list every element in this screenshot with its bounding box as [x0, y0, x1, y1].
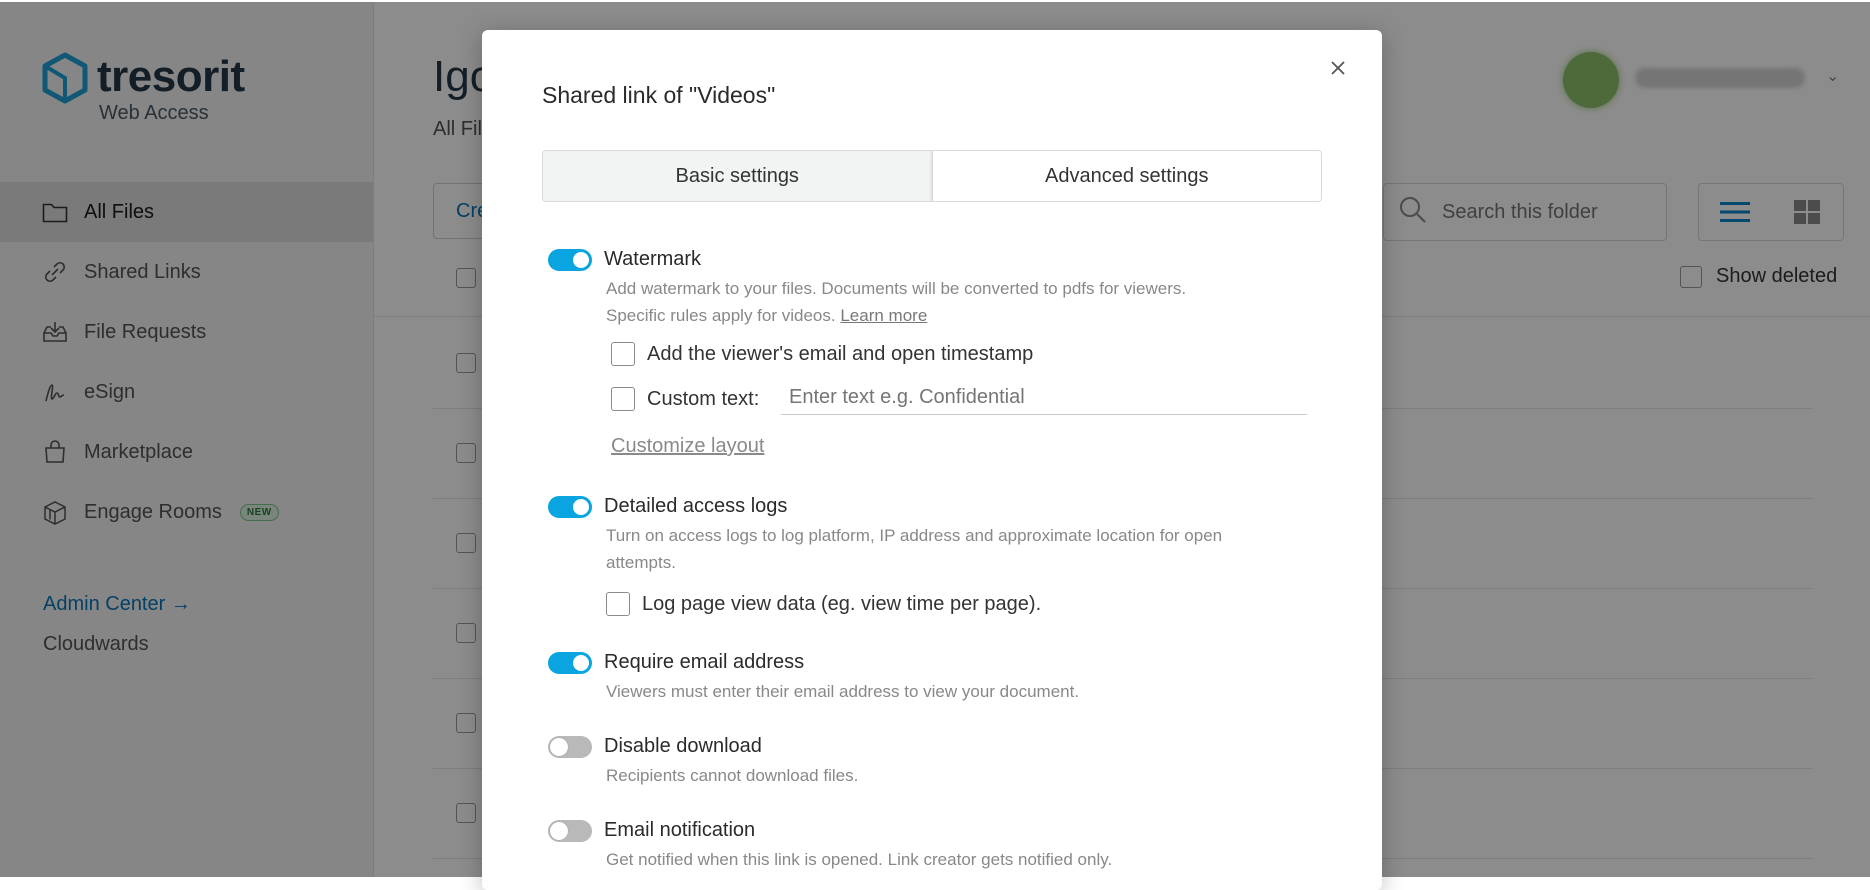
watermark-email-checkbox[interactable] — [611, 342, 635, 366]
setting-disable-download: Disable download Recipients cannot downl… — [548, 735, 1328, 789]
setting-email-notification: Email notification Get notified when thi… — [548, 819, 1328, 873]
setting-title: Detailed access logs — [604, 495, 788, 517]
setting-description: Recipients cannot download files. — [606, 766, 859, 785]
setting-description: Add watermark to your files. Documents w… — [606, 275, 1326, 329]
setting-require-email: Require email address Viewers must enter… — [548, 651, 1328, 705]
watermark-email-option[interactable]: Add the viewer's email and open timestam… — [611, 342, 1033, 366]
close-icon — [1331, 61, 1345, 75]
learn-more-link[interactable]: Learn more — [840, 306, 927, 325]
custom-text-input[interactable] — [781, 381, 1307, 415]
description-line: Add watermark to your files. Documents w… — [606, 279, 1187, 298]
tab-advanced-settings[interactable]: Advanced settings — [931, 151, 1321, 201]
option-label: Custom text: — [647, 387, 760, 410]
description-line-2: Specific rules apply for videos. Learn m… — [606, 302, 1326, 329]
watermark-custom-checkbox[interactable] — [611, 387, 635, 411]
setting-watermark: Watermark Add watermark to your files. D… — [548, 248, 1328, 329]
log-page-view-checkbox[interactable] — [606, 592, 630, 616]
description-line-2: attempts. — [606, 553, 676, 572]
watermark-toggle[interactable] — [548, 248, 592, 271]
require-email-toggle[interactable] — [548, 651, 592, 674]
setting-description: Turn on access logs to log platform, IP … — [606, 522, 1326, 576]
option-label: Log page view data (eg. view time per pa… — [642, 592, 1042, 615]
settings-tabs: Basic settings Advanced settings — [542, 150, 1322, 202]
top-edge-strip — [0, 0, 1870, 2]
watermark-custom-option[interactable]: Custom text: — [611, 387, 759, 411]
email-notification-toggle[interactable] — [548, 819, 592, 842]
tab-basic-settings[interactable]: Basic settings — [543, 151, 932, 201]
option-label: Add the viewer's email and open timestam… — [647, 342, 1034, 365]
setting-description: Viewers must enter their email address t… — [606, 682, 1080, 701]
dialog-title: Shared link of "Videos" — [542, 82, 776, 108]
access-logs-toggle[interactable] — [548, 495, 592, 518]
description-text: Specific rules apply for videos. — [606, 306, 836, 325]
tab-label: Basic settings — [675, 164, 799, 187]
disable-download-toggle[interactable] — [548, 735, 592, 758]
setting-title: Disable download — [604, 735, 762, 757]
description-line: Turn on access logs to log platform, IP … — [606, 526, 1223, 545]
setting-access-logs: Detailed access logs Turn on access logs… — [548, 495, 1328, 576]
customize-layout-link[interactable]: Customize layout — [611, 435, 764, 458]
setting-title: Require email address — [604, 651, 805, 673]
close-button[interactable] — [1324, 54, 1352, 82]
setting-description: Get notified when this link is opened. L… — [606, 850, 1113, 869]
setting-title: Email notification — [604, 819, 756, 841]
tab-label: Advanced settings — [1045, 164, 1209, 187]
setting-title: Watermark — [604, 248, 702, 270]
log-page-view-option[interactable]: Log page view data (eg. view time per pa… — [606, 592, 1041, 616]
